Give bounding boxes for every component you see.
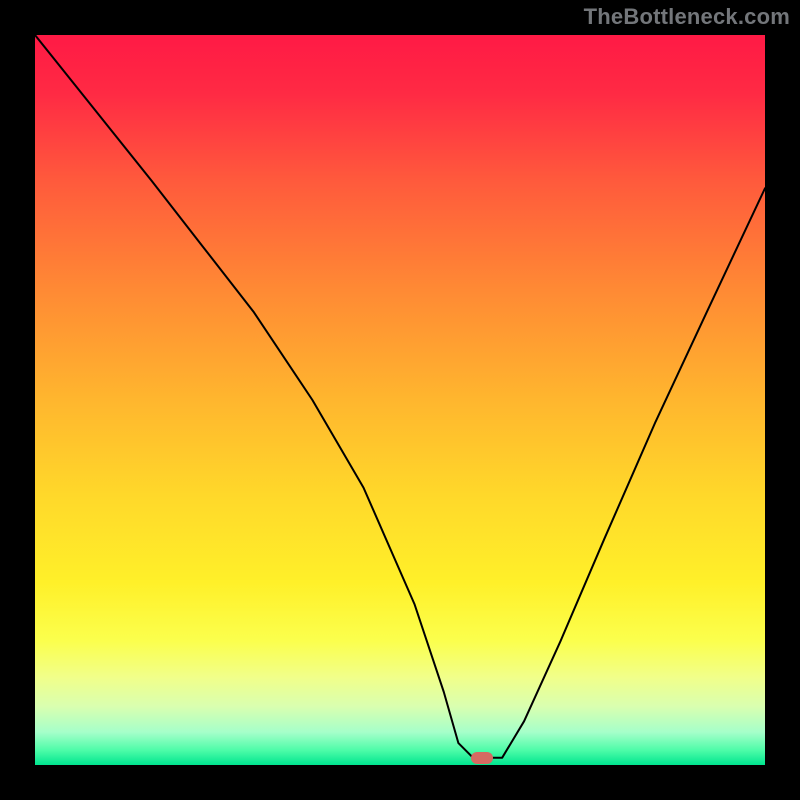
attribution-text: TheBottleneck.com: [584, 4, 790, 30]
curve-path: [35, 35, 765, 758]
plot-area: [35, 35, 765, 765]
chart-frame: TheBottleneck.com: [0, 0, 800, 800]
optimal-marker: [471, 752, 493, 764]
bottleneck-curve: [35, 35, 765, 765]
